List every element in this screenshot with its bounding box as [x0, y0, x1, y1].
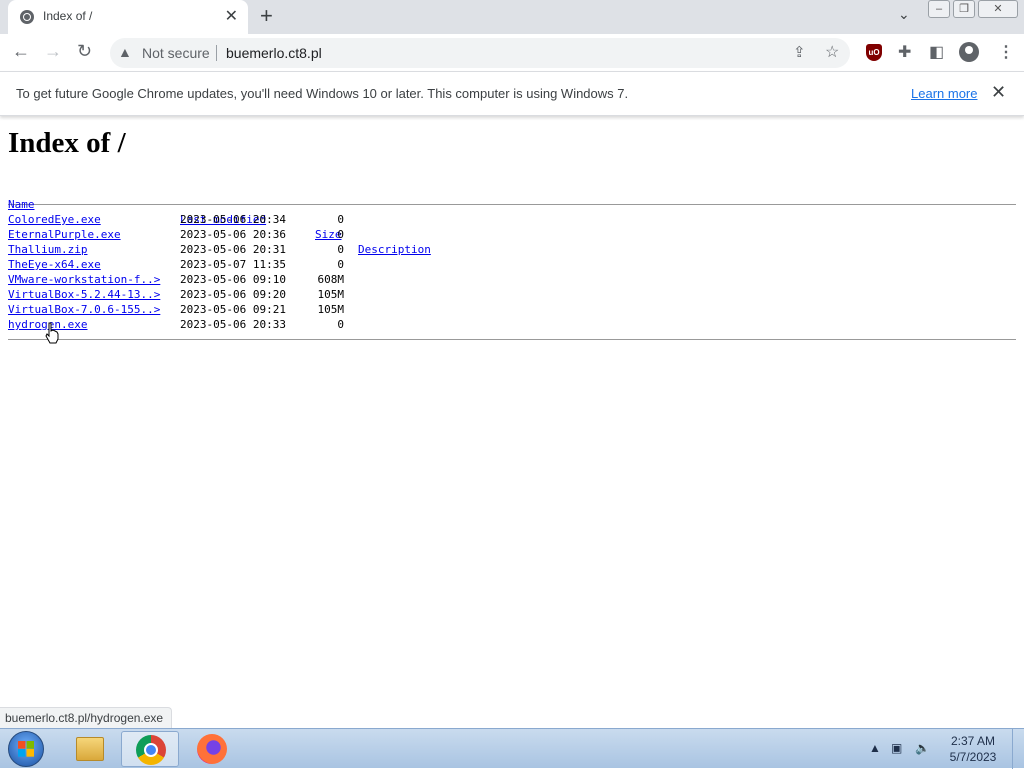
- file-link[interactable]: TheEye-x64.exe: [8, 257, 101, 272]
- start-button[interactable]: [8, 731, 44, 767]
- bookmark-star-icon[interactable]: ☆: [825, 42, 839, 62]
- file-size-value: 0: [337, 318, 344, 331]
- file-size: 0: [308, 317, 344, 332]
- directory-listing: Name Last modified Size Description Colo…: [8, 182, 1016, 340]
- file-size: 0: [308, 212, 344, 227]
- reload-icon[interactable]: ↻: [77, 41, 92, 62]
- table-row: TheEye-x64.exe 2023-05-07 11:35 0: [8, 257, 1016, 272]
- warning-icon[interactable]: ▲: [118, 44, 132, 60]
- file-modified: 2023-05-06 09:21: [180, 303, 286, 316]
- file-size-value: 0: [337, 243, 344, 256]
- table-row: EternalPurple.exe 2023-05-06 20:36 0: [8, 227, 1016, 242]
- file-size-value: 0: [337, 213, 344, 226]
- table-row: hydrogen.exe 2023-05-06 20:33 0: [8, 317, 1016, 332]
- table-row: VMware-workstation-f..> 2023-05-06 09:10 6…: [8, 272, 1016, 287]
- status-url-bubble: buemerlo.ct8.pl/hydrogen.exe: [0, 707, 173, 729]
- not-secure-label[interactable]: Not secure: [142, 45, 210, 61]
- chrome-icon: [136, 735, 166, 765]
- minimize-button[interactable]: –: [928, 0, 950, 18]
- sort-name-link[interactable]: Name: [8, 197, 35, 212]
- folder-icon: [76, 737, 104, 761]
- windows-taskbar: ▲ ▣ 🔈 2:37 AM 5/7/2023: [0, 728, 1024, 769]
- address-bar[interactable]: ▲ Not secure buemerlo.ct8.pl ⇪ ☆: [110, 38, 850, 68]
- file-link[interactable]: VMware-workstation-f..>: [8, 272, 160, 287]
- divider: [8, 339, 1016, 340]
- tab-title: Index of /: [43, 9, 93, 23]
- url-text[interactable]: buemerlo.ct8.pl: [226, 45, 322, 61]
- file-size: 0: [308, 257, 344, 272]
- file-size-value: 0: [337, 258, 344, 271]
- forward-icon[interactable]: →: [44, 41, 62, 62]
- show-hidden-icons-icon[interactable]: ▲: [869, 741, 881, 755]
- extensions-puzzle-icon[interactable]: ✚: [898, 42, 911, 62]
- file-list: ColoredEye.exe 2023-05-06 20:34 0 EternalPu…: [8, 212, 1016, 332]
- file-modified: 2023-05-06 20:36: [180, 228, 286, 241]
- file-size-value: 0: [337, 228, 344, 241]
- share-icon[interactable]: ⇪: [793, 43, 806, 61]
- chevron-down-icon[interactable]: ⌄: [898, 6, 910, 23]
- restore-button[interactable]: ❐: [953, 0, 975, 18]
- file-modified: 2023-05-06 20:34: [180, 213, 286, 226]
- file-link[interactable]: Thallium.zip: [8, 242, 87, 257]
- hand-cursor-icon: [45, 322, 59, 344]
- side-panel-icon[interactable]: ◧: [929, 42, 944, 62]
- new-tab-icon[interactable]: +: [260, 3, 273, 29]
- file-size: 608M: [308, 272, 345, 287]
- header-row: Name Last modified Size Description: [8, 182, 1016, 256]
- tab-bar: Index of / ✕ + ⌄ – ❐ ✕: [0, 0, 1024, 34]
- divider: [216, 45, 217, 61]
- table-row: ColoredEye.exe 2023-05-06 20:34 0: [8, 212, 1016, 227]
- clock-time: 2:37 AM: [950, 734, 996, 748]
- file-size-value: 105M: [317, 303, 345, 316]
- file-size: 0: [308, 242, 344, 257]
- tab-index-of[interactable]: Index of / ✕: [8, 0, 248, 34]
- firefox-taskbar-button[interactable]: [183, 731, 241, 767]
- file-modified: 2023-05-06 09:20: [180, 288, 286, 301]
- show-desktop-button[interactable]: [1012, 729, 1024, 769]
- file-modified: 2023-05-06 20:31: [180, 243, 286, 256]
- more-menu-icon[interactable]: ⋮: [998, 42, 1014, 62]
- network-icon[interactable]: ▣: [891, 741, 902, 755]
- file-link[interactable]: EternalPurple.exe: [8, 227, 121, 242]
- firefox-icon: [197, 734, 227, 764]
- file-modified: 2023-05-07 11:35: [180, 258, 286, 271]
- chrome-taskbar-button[interactable]: [121, 731, 179, 767]
- file-size: 105M: [308, 302, 345, 317]
- table-row: VirtualBox-5.2.44-13..> 2023-05-06 09:20 1…: [8, 287, 1016, 302]
- table-row: VirtualBox-7.0.6-155..> 2023-05-06 09:21 1…: [8, 302, 1016, 317]
- infobar-message: To get future Google Chrome updates, you…: [16, 86, 629, 101]
- taskbar-clock[interactable]: 2:37 AM 5/7/2023: [945, 733, 1001, 765]
- file-link[interactable]: VirtualBox-5.2.44-13..>: [8, 287, 160, 302]
- learn-more-link[interactable]: Learn more: [911, 86, 977, 101]
- file-size: 0: [308, 227, 344, 242]
- back-icon[interactable]: ←: [12, 41, 30, 62]
- file-size: 105M: [308, 287, 345, 302]
- close-window-button[interactable]: ✕: [978, 0, 1018, 18]
- volume-icon[interactable]: 🔈: [915, 741, 930, 755]
- file-explorer-taskbar-button[interactable]: [60, 731, 118, 767]
- table-row: Thallium.zip 2023-05-06 20:31 0: [8, 242, 1016, 257]
- file-size-value: 608M: [317, 273, 345, 286]
- page-title: Index of /: [8, 127, 126, 159]
- clock-date: 5/7/2023: [949, 750, 997, 764]
- page-content: Index of / Name Last modified Size Descr…: [8, 118, 1016, 347]
- profile-avatar-icon[interactable]: [959, 42, 979, 62]
- globe-icon: [20, 10, 34, 24]
- file-modified: 2023-05-06 20:33: [180, 318, 286, 331]
- divider: [8, 204, 1016, 205]
- file-size-value: 105M: [317, 288, 345, 301]
- file-link[interactable]: VirtualBox-7.0.6-155..>: [8, 302, 160, 317]
- file-modified: 2023-05-06 09:10: [180, 273, 286, 286]
- ublock-extension-icon[interactable]: uO: [866, 44, 882, 61]
- file-link[interactable]: ColoredEye.exe: [8, 212, 101, 227]
- close-tab-icon[interactable]: ✕: [225, 6, 238, 26]
- update-infobar: To get future Google Chrome updates, you…: [0, 71, 1024, 116]
- close-infobar-icon[interactable]: ✕: [991, 82, 1006, 103]
